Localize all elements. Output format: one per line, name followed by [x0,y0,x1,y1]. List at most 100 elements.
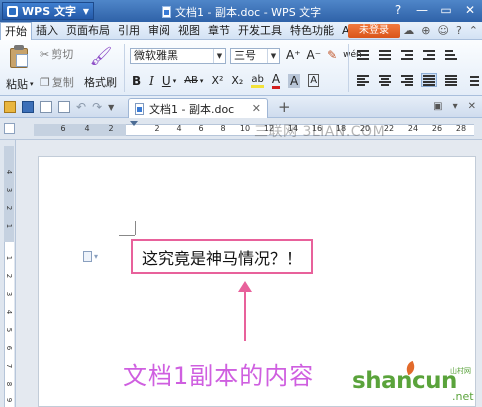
app-menu-button[interactable]: WPS 文字 ▼ [2,2,94,20]
line-spacing-icon[interactable] [466,74,480,86]
grow-font-button[interactable]: A⁺ [286,48,301,62]
paste-label: 粘贴 [6,78,28,91]
settings-icon[interactable]: ⊕ [421,24,430,37]
tab-section[interactable]: 章节 [204,22,234,40]
vruler-mark: 8 [5,381,13,387]
font-name-select[interactable]: 微软雅黑 ▼ [130,48,226,64]
redo-icon[interactable]: ↷ [92,100,102,114]
strikethrough-button[interactable]: AB [184,75,198,86]
chevron-down-icon: ▾ [94,252,99,261]
vertical-ruler[interactable]: 4 3 2 1 1 2 3 4 5 6 7 8 9 [0,140,16,407]
sort-icon[interactable] [444,48,458,60]
document-text: 这究竟是神马情况？！ [141,248,302,268]
bullets-icon[interactable] [356,48,370,60]
ruler-mark: 24 [407,124,419,133]
help-icon[interactable]: ? [456,24,462,37]
group-divider [124,44,125,92]
format-painter-button[interactable]: 格式刷 [84,74,117,90]
numbering-icon[interactable] [378,48,392,60]
open-folder-icon[interactable] [4,101,16,113]
horizontal-ruler[interactable]: 6 4 2 2 4 6 8 10 12 14 16 18 20 22 24 26… [0,118,482,140]
ruler-mark: 4 [84,124,90,133]
close-document-icon[interactable]: ✕ [468,101,476,112]
close-icon[interactable]: ✕ [252,102,261,115]
superscript-button[interactable]: X² [211,74,223,87]
logo-domain: .net [452,390,474,403]
maximize-button[interactable]: ▭ [434,0,458,20]
tab-review[interactable]: 审阅 [144,22,174,40]
align-center-icon[interactable] [378,74,392,86]
align-justify-icon[interactable] [421,73,437,87]
tab-references[interactable]: 引用 [114,22,144,40]
undo-icon[interactable]: ↶ [76,100,86,114]
help-button[interactable]: ? [386,0,410,20]
window-title-text: 文档1 - 副本.doc - WPS 文字 [175,6,322,19]
minimize-button[interactable]: — [410,0,434,20]
clear-format-button[interactable]: ✎ [327,48,337,62]
vruler-mark: 2 [5,273,13,279]
window-title: 文档1 - 副本.doc - WPS 文字 [162,4,321,20]
title-bar: WPS 文字 ▼ 文档1 - 副本.doc - WPS 文字 ? — ▭ ✕ [0,0,482,22]
tab-features[interactable]: 特色功能 [286,22,338,40]
vruler-mark: 1 [5,223,13,229]
paste-button[interactable]: 粘贴 ▾ [6,76,34,92]
chevron-down-icon[interactable]: ▾ [453,101,458,112]
underline-button[interactable]: U [162,74,171,88]
italic-button[interactable]: I [149,74,154,88]
tab-document[interactable]: 文档1 - 副本.doc ✕ [128,98,268,118]
decrease-indent-icon[interactable] [400,48,414,60]
margin-corner-mark [119,235,135,236]
bold-button[interactable]: B [132,74,141,88]
distributed-align-icon[interactable] [444,74,458,86]
copy-button[interactable]: ❐ 复制 [40,74,74,90]
annotation-caption: 文档1副本的内容 [123,362,315,390]
shrink-font-button[interactable]: A⁻ [307,48,322,62]
tab-view[interactable]: 视图 [174,22,204,40]
close-button[interactable]: ✕ [458,0,482,20]
collapse-ribbon-icon[interactable]: ⌃ [469,24,478,37]
chevron-down-icon: ▾ [30,80,34,88]
highlight-button[interactable]: ab [251,74,264,88]
vruler-mark: 9 [5,397,13,403]
tab-stop-selector[interactable] [4,123,15,134]
chevron-down-icon: ▼ [82,6,89,16]
subscript-button[interactable]: X₂ [231,74,243,87]
font-size-select[interactable]: 三号 ▼ [230,48,280,64]
char-border-button[interactable]: A [308,74,320,87]
tab-page-layout[interactable]: 页面布局 [62,22,114,40]
format-painter-icon[interactable]: 🖌 [84,44,118,68]
cut-button[interactable]: ✂ 剪切 [40,46,73,62]
font-color-button[interactable]: A [271,72,281,89]
ruler-mark: 6 [198,124,204,133]
print-icon[interactable] [40,101,52,113]
login-button[interactable]: 未登录 [348,24,400,38]
group-divider [348,44,349,92]
align-left-icon[interactable] [356,74,370,86]
tab-home[interactable]: 开始 [0,21,32,40]
copy-icon: ❐ [40,75,50,89]
tab-insert[interactable]: 插入 [32,22,62,40]
document-icon [135,102,144,115]
skin-icon[interactable]: ☺ [437,24,448,37]
vruler-mark: 4 [5,169,13,175]
ruler-mark: 4 [176,124,182,133]
paste-icon[interactable] [8,44,30,68]
margin-corner-mark [135,221,136,235]
save-icon[interactable] [22,101,34,113]
char-shading-button[interactable]: A [288,73,301,88]
quick-access-bar: ↶ ↷ ▼ 文档1 - 副本.doc ✕ + ▣ ▾ ✕ [0,96,482,118]
cloud-icon[interactable]: ☁ [403,24,414,37]
tab-developer[interactable]: 开发工具 [234,22,286,40]
paragraph-handle[interactable]: ▾ [83,251,98,262]
chevron-down-icon: ▾ [172,76,177,85]
ruler-mark: 6 [60,124,66,133]
tab-list-icon[interactable]: ▣ [433,101,442,112]
align-right-icon[interactable] [400,74,414,86]
scissors-icon: ✂ [40,47,50,61]
print-preview-icon[interactable] [58,101,70,113]
document-text-highlight[interactable]: 这究竟是神马情况？！ [131,239,313,274]
new-tab-button[interactable]: + [278,98,291,116]
first-line-indent-marker[interactable] [130,121,138,126]
chevron-down-icon[interactable]: ▼ [108,103,114,112]
increase-indent-icon[interactable] [422,48,436,60]
